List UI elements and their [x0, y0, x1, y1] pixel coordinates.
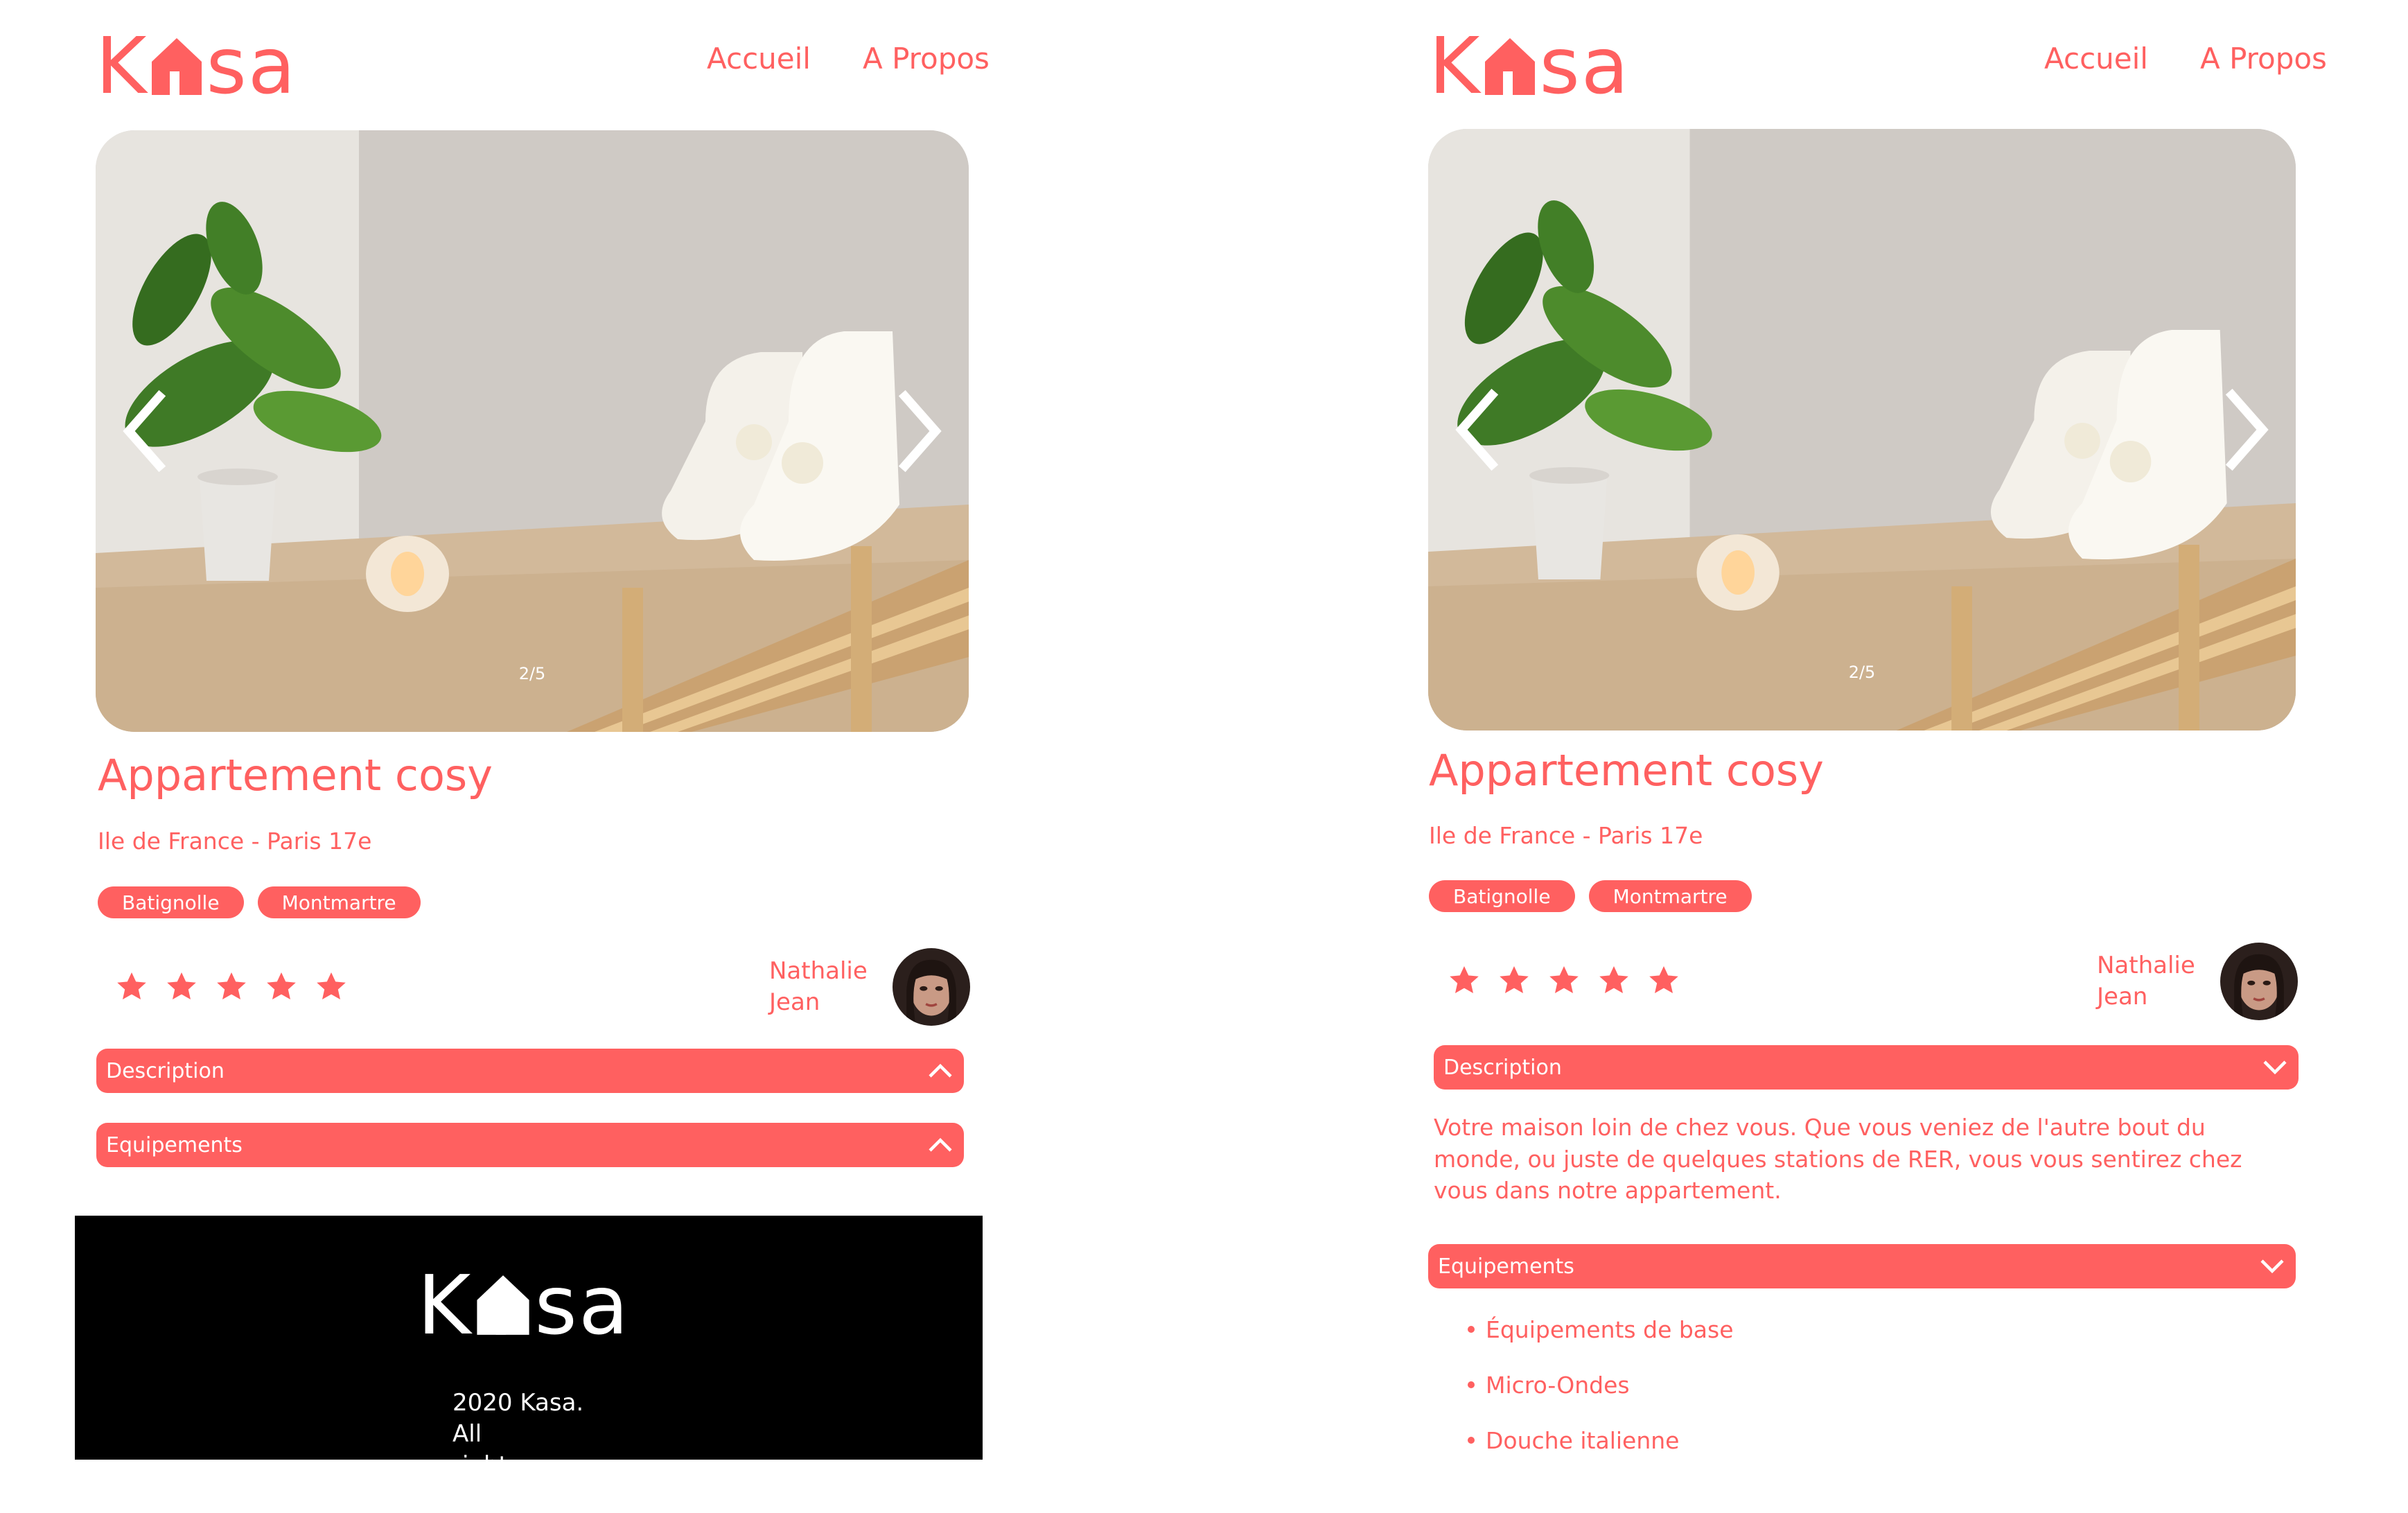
chevron-down-icon[interactable]: [2258, 1257, 2286, 1275]
star-icon: [264, 970, 299, 1004]
tag: Batignolle: [1429, 880, 1575, 912]
star-icon: [1447, 964, 1482, 997]
equipments-list: Équipements de base Micro-Ondes Douche i…: [1468, 1302, 1734, 1468]
main-nav: Accueil A Propos: [2044, 42, 2327, 76]
chevron-right-icon[interactable]: [2220, 388, 2275, 471]
listing-title: Appartement cosy: [1429, 745, 1824, 796]
description-collapse-header[interactable]: Description: [1434, 1045, 2299, 1090]
nav-about-link[interactable]: A Propos: [2200, 42, 2327, 76]
chevron-left-icon[interactable]: [1449, 388, 1504, 471]
nav-home-link[interactable]: Accueil: [2044, 42, 2148, 76]
tag-list: Batignolle Montmartre: [98, 886, 421, 918]
avatar: [893, 948, 970, 1026]
main-nav: Accueil A Propos: [707, 42, 990, 76]
rating-stars: [1447, 964, 1681, 997]
host-info: Nathalie Jean: [769, 948, 970, 1026]
star-icon: [1547, 964, 1581, 997]
equipments-collapse-header[interactable]: Equipements: [96, 1123, 964, 1167]
star-icon: [214, 970, 249, 1004]
host-info: Nathalie Jean: [2097, 943, 2298, 1020]
footer-logo: K sa: [417, 1264, 630, 1346]
description-label: Description: [1443, 1055, 1562, 1080]
nav-home-link[interactable]: Accueil: [707, 42, 811, 76]
logo-letter-k: K: [96, 21, 148, 112]
tag: Montmartre: [257, 886, 421, 918]
star-icon: [314, 970, 349, 1004]
footer-text-line: rights reserved: [452, 1451, 556, 1511]
chevron-up-icon[interactable]: [926, 1062, 954, 1080]
host-last-name: Jean: [2097, 983, 2148, 1011]
chevron-down-icon[interactable]: [2261, 1058, 2289, 1076]
host-name: Nathalie Jean: [2097, 950, 2195, 1013]
host-last-name: Jean: [769, 988, 820, 1016]
host-first-name: Nathalie: [769, 956, 868, 985]
nav-about-link[interactable]: A Propos: [863, 42, 990, 76]
footer-copyright: 2020 Kasa. All rights reserved: [452, 1388, 612, 1513]
listing-photo: [96, 130, 969, 732]
listing-location: Ile de France - Paris 17e: [98, 828, 372, 855]
chevron-up-icon[interactable]: [926, 1136, 954, 1154]
listing-photo: [1428, 129, 2296, 731]
site-footer: K sa 2020 Kasa. All rights reserved: [75, 1216, 983, 1511]
chevron-right-icon[interactable]: [893, 390, 948, 473]
list-item: Équipements de base: [1468, 1302, 1734, 1357]
chevron-left-icon[interactable]: [116, 390, 172, 473]
listing-page-collapsed: K sa Accueil A Propos 2/5 Appartement co…: [0, 0, 1081, 1511]
logo-letter-k: K: [417, 1257, 473, 1353]
star-icon: [1597, 964, 1631, 997]
house-icon: [473, 1273, 533, 1338]
logo-letters-sa: sa: [206, 21, 297, 112]
equipments-label: Equipements: [1438, 1254, 1574, 1279]
logo-letters-sa: sa: [1539, 21, 1631, 112]
list-item: Douche italienne: [1468, 1413, 1734, 1468]
description-text: Votre maison loin de chez vous. Que vous…: [1434, 1114, 2242, 1205]
listing-location: Ile de France - Paris 17e: [1429, 822, 1703, 849]
star-icon: [164, 970, 199, 1004]
tag-list: Batignolle Montmartre: [1429, 880, 1752, 912]
rating-stars: [114, 970, 349, 1004]
host-name: Nathalie Jean: [769, 956, 868, 1018]
logo-letters-sa: sa: [534, 1257, 631, 1353]
photo-carousel: 2/5: [96, 130, 969, 732]
carousel-counter: 2/5: [518, 664, 546, 683]
listing-title: Appartement cosy: [98, 750, 493, 801]
equipments-collapse-header[interactable]: Equipements: [1428, 1244, 2296, 1288]
logo-letter-k: K: [1429, 21, 1482, 112]
star-icon: [1497, 964, 1531, 997]
tag: Montmartre: [1588, 880, 1752, 912]
list-item: Micro-Ondes: [1468, 1357, 1734, 1413]
kasa-logo[interactable]: K sa: [1429, 28, 1630, 105]
avatar: [2220, 943, 2298, 1020]
description-label: Description: [106, 1058, 225, 1083]
star-icon: [1646, 964, 1681, 997]
photo-carousel: 2/5: [1428, 129, 2296, 731]
tag: Batignolle: [98, 886, 244, 918]
star-icon: [114, 970, 149, 1004]
listing-page-expanded: K sa Accueil A Propos 2/5 Appartement co…: [1330, 0, 2408, 1460]
description-collapse-header[interactable]: Description: [96, 1049, 964, 1093]
house-icon: [149, 35, 204, 98]
carousel-counter: 2/5: [1848, 663, 1876, 682]
host-first-name: Nathalie: [2097, 951, 2195, 979]
footer-text-line: 2020 Kasa. All: [452, 1389, 584, 1449]
equipments-label: Equipements: [106, 1132, 243, 1157]
kasa-logo[interactable]: K sa: [96, 28, 297, 105]
house-icon: [1482, 35, 1538, 98]
